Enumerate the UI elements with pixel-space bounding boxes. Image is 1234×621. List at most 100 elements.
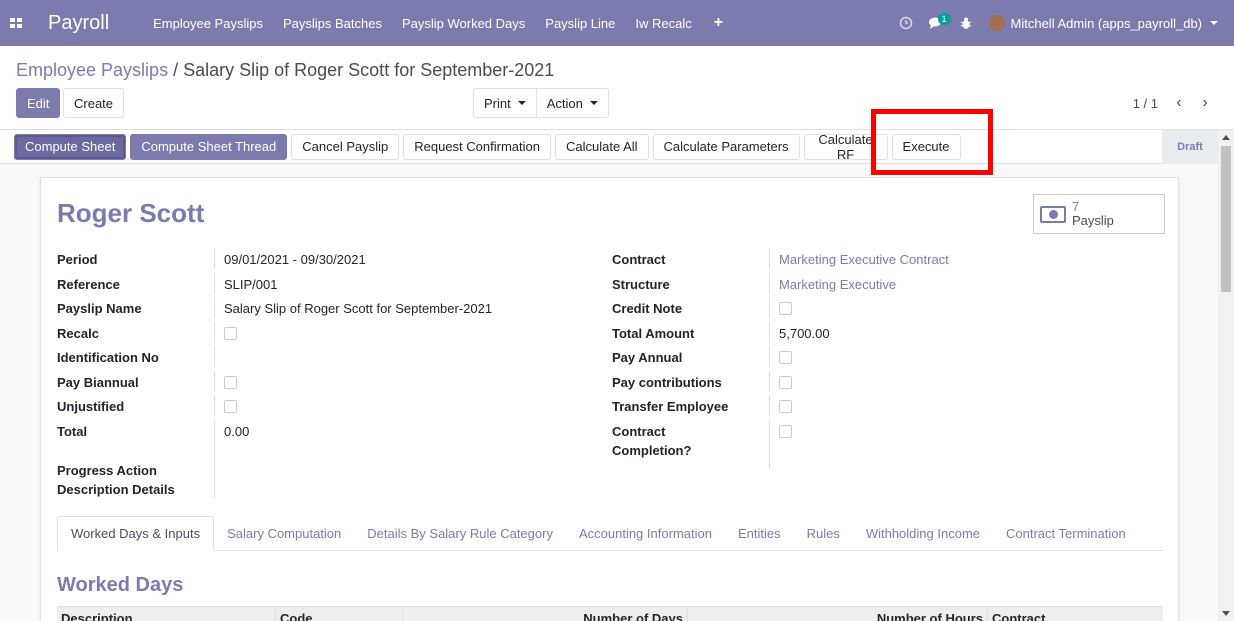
worked-days-table-header: Description Code Number of Days Number o…: [57, 606, 1163, 621]
pay-annual-checkbox[interactable]: [779, 351, 792, 364]
structure-label: Structure: [612, 272, 770, 294]
column-number-of-hours[interactable]: Number of Hours: [688, 607, 988, 621]
request-confirmation-button[interactable]: Request Confirmation: [403, 133, 551, 160]
money-icon: [1040, 205, 1066, 223]
breadcrumb: Employee Payslips / Salary Slip of Roger…: [16, 60, 554, 81]
column-contract[interactable]: Contract: [988, 607, 1163, 621]
cancel-payslip-button[interactable]: Cancel Payslip: [291, 133, 400, 160]
compute-sheet-button[interactable]: Compute Sheet: [14, 133, 127, 160]
identification-no-label: Identification No: [57, 346, 215, 367]
control-panel: Employee Payslips / Salary Slip of Roger…: [0, 46, 1234, 130]
unjustified-label: Unjustified: [57, 395, 215, 416]
messages-count-badge: 1: [937, 13, 951, 25]
tab-withholding-income[interactable]: Withholding Income: [853, 516, 993, 551]
left-field-group: Period 09/01/2021 - 09/30/2021 Reference S…: [57, 248, 617, 499]
menu-payslip-worked-days[interactable]: Payslip Worked Days: [392, 0, 535, 46]
menu-employee-payslips[interactable]: Employee Payslips: [143, 0, 273, 46]
scroll-down-icon[interactable]: [1222, 611, 1230, 616]
breadcrumb-parent-link[interactable]: Employee Payslips: [16, 60, 168, 80]
pager-next-icon[interactable]: ›: [1192, 94, 1218, 112]
pay-contributions-checkbox[interactable]: [779, 375, 792, 389]
employee-name[interactable]: Roger Scott: [57, 198, 204, 229]
debug-bug-icon[interactable]: [951, 0, 981, 46]
pager-previous-icon[interactable]: ‹: [1166, 94, 1192, 112]
notebook-tabs: Worked Days & Inputs Salary Computation …: [57, 516, 1163, 551]
avatar: [988, 15, 1005, 31]
pager: 1 / 1 ‹ ›: [1133, 94, 1218, 112]
total-amount-label: Total Amount: [612, 321, 770, 343]
calculate-all-button[interactable]: Calculate All: [554, 133, 649, 160]
top-navbar: Payroll Employee Payslips Payslips Batch…: [0, 0, 1234, 46]
menu-payslip-line[interactable]: Payslip Line: [535, 0, 625, 46]
reference-label: Reference: [57, 272, 215, 294]
worked-days-title: Worked Days: [57, 574, 184, 596]
tab-accounting-information[interactable]: Accounting Information: [566, 516, 725, 551]
progress-action-label: Progress Action Description Details: [57, 458, 215, 499]
form-sheet: Roger Scott 7 Payslip Period 09/01/2021 -…: [40, 177, 1179, 621]
recalc-checkbox[interactable]: [224, 326, 237, 340]
highlight-box: [871, 109, 993, 175]
payslip-smart-button[interactable]: 7 Payslip: [1033, 194, 1165, 234]
tab-salary-computation[interactable]: Salary Computation: [214, 516, 354, 551]
column-code[interactable]: Code: [276, 607, 403, 621]
pager-value[interactable]: 1 / 1: [1133, 96, 1158, 111]
total-value: 0.00: [224, 423, 250, 439]
messages-icon[interactable]: 1: [921, 0, 951, 46]
edit-button[interactable]: Edit: [16, 88, 61, 118]
pay-biannual-checkbox[interactable]: [224, 375, 237, 389]
user-menu[interactable]: Mitchell Admin (apps_payroll_db): [981, 15, 1234, 31]
create-button[interactable]: Create: [63, 88, 125, 118]
apps-menu-icon[interactable]: [0, 0, 32, 46]
menu-iw-recalc[interactable]: Iw Recalc: [625, 0, 701, 46]
breadcrumb-current: Salary Slip of Roger Scott for September…: [183, 60, 555, 80]
total-amount-value: 5,700.00: [779, 325, 830, 341]
app-brand[interactable]: Payroll: [48, 12, 109, 35]
reference-value: SLIP/001: [224, 276, 278, 292]
activity-clock-icon[interactable]: [891, 0, 921, 46]
structure-link[interactable]: Marketing Executive: [779, 277, 896, 292]
transfer-employee-checkbox[interactable]: [779, 400, 792, 413]
menu-add-icon[interactable]: +: [702, 0, 735, 46]
tab-details-by-salary-rule-category[interactable]: Details By Salary Rule Category: [354, 516, 566, 551]
main-menu: Employee Payslips Payslips Batches Paysl…: [143, 0, 735, 46]
tab-rules[interactable]: Rules: [794, 516, 853, 551]
right-field-group: Contract Marketing Executive Contract Str…: [612, 248, 1172, 469]
chevron-down-icon: [517, 101, 526, 105]
scroll-up-icon[interactable]: [1222, 135, 1230, 140]
progress-action-value: [215, 459, 224, 461]
compute-sheet-thread-button[interactable]: Compute Sheet Thread: [130, 133, 288, 160]
identification-no-value: [215, 346, 224, 348]
status-draft[interactable]: Draft: [1162, 130, 1218, 164]
unjustified-checkbox[interactable]: [224, 400, 237, 413]
payslip-count: 7: [1072, 199, 1080, 214]
tab-worked-days-inputs[interactable]: Worked Days & Inputs: [57, 516, 215, 551]
credit-note-checkbox[interactable]: [779, 302, 792, 315]
action-label: Action: [546, 95, 583, 111]
pay-contributions-label: Pay contributions: [612, 370, 770, 392]
pay-biannual-label: Pay Biannual: [57, 370, 215, 392]
tab-entities[interactable]: Entities: [725, 516, 794, 551]
period-label: Period: [57, 248, 215, 269]
contract-label: Contract: [612, 248, 770, 269]
calculate-parameters-button[interactable]: Calculate Parameters: [652, 133, 800, 160]
breadcrumb-separator: /: [168, 60, 184, 80]
contract-completion-label: Contract Completion?: [612, 419, 770, 469]
print-dropdown[interactable]: Print: [473, 88, 537, 118]
payslip-count-label: Payslip: [1072, 213, 1114, 228]
tab-contract-termination[interactable]: Contract Termination: [993, 516, 1139, 551]
period-value: 09/01/2021 - 09/30/2021: [224, 252, 366, 267]
action-dropdown[interactable]: Action: [536, 88, 609, 118]
recalc-label: Recalc: [57, 321, 215, 343]
total-label: Total: [57, 419, 215, 459]
user-name: Mitchell Admin (apps_payroll_db): [1010, 15, 1202, 31]
chevron-down-icon: [1210, 21, 1218, 25]
menu-payslips-batches[interactable]: Payslips Batches: [273, 0, 392, 46]
navbar-systray: 1 Mitchell Admin (apps_payroll_db): [891, 0, 1234, 46]
column-number-of-days[interactable]: Number of Days: [403, 607, 688, 621]
contract-link[interactable]: Marketing Executive Contract: [779, 252, 949, 267]
print-label: Print: [484, 95, 511, 111]
scrollbar[interactable]: [1218, 130, 1234, 621]
contract-completion-checkbox[interactable]: [779, 424, 792, 438]
column-description[interactable]: Description: [57, 607, 276, 621]
scroll-thumb[interactable]: [1221, 146, 1231, 292]
